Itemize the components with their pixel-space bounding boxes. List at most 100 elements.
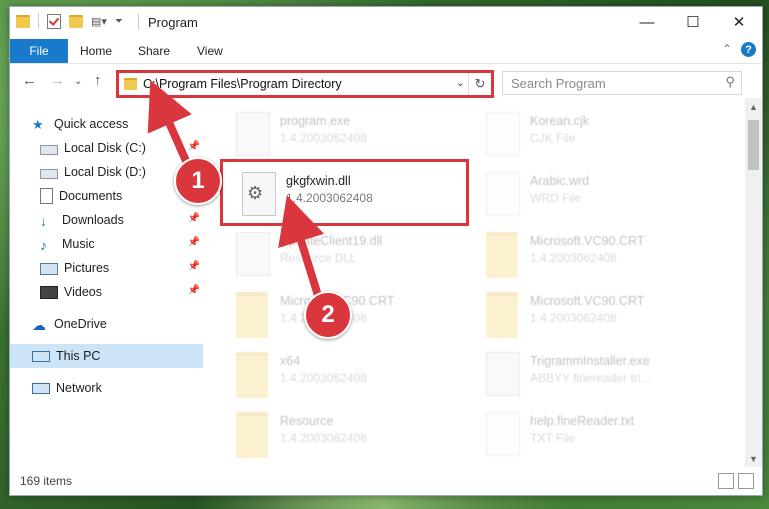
executable-icon [236,112,270,156]
search-placeholder: Search Program [511,76,606,91]
sidebar-item-network[interactable]: Network [32,376,206,400]
star-icon: ★ [32,117,44,132]
step-marker-1: 1 [174,157,222,205]
file-type: TXT File [530,431,576,445]
search-input[interactable]: Search Program ⚲ [502,71,742,95]
tab-share[interactable]: Share [138,44,170,58]
folder-icon [486,232,518,278]
folder-icon [236,352,268,398]
back-icon[interactable]: ← [22,72,37,89]
list-item[interactable]: Microsoft.VC90.CRT 1.4.2003062408 [480,226,720,282]
address-bar[interactable]: C:\Program Files\Program Directory ⌄ ↻ [116,70,494,98]
chevron-down-icon[interactable]: ⌄ [456,76,465,89]
pin-icon[interactable]: 📌 [188,261,200,272]
scroll-down-icon[interactable]: ▼ [749,454,758,464]
recent-dropdown-icon[interactable]: ⌄ [74,76,82,87]
list-item[interactable]: help.fineReader.txt TXT File [480,406,720,462]
file-name: UpdateClient19.dll [280,234,383,248]
sidebar-item-pictures[interactable]: Pictures 📌 [40,256,206,280]
navigation-pane: ★ Quick access Local Disk (C:) 📌 Local D… [10,98,206,466]
file-version: 1.4.2003062408 [280,431,367,445]
scroll-up-icon[interactable]: ▲ [749,102,758,112]
list-item[interactable]: Resource 1.4.2003062408 [230,406,470,462]
maximize-button[interactable]: ☐ [670,7,716,37]
list-item[interactable]: UpdateClient19.dll Resource DLL [230,226,470,282]
list-item[interactable]: program.exe 1.4.2003062408 [230,106,470,162]
file-name: TrigrammInstaller.exe [530,354,650,368]
drive-icon [40,145,58,155]
file-version: 1.4.2003062408 [280,131,367,145]
file-version: 1.4.2003062408 [280,371,367,385]
item-count: 169 items [20,474,73,488]
sidebar-item-local-disk-c[interactable]: Local Disk (C:) 📌 [40,136,206,160]
forward-icon[interactable]: → [50,72,65,89]
address-path[interactable]: C:\Program Files\Program Directory [143,77,342,91]
customize-qat-icon[interactable]: ▤▾ [91,15,107,28]
document-icon [40,188,53,204]
qat-dropdown-icon[interactable]: ⏷ [115,16,123,27]
folder-icon [236,292,268,338]
folder-icon [124,78,137,90]
tab-view[interactable]: View [197,44,223,58]
highlight-box-dll [220,159,469,226]
sidebar-item-label: Music [62,237,95,251]
list-item[interactable]: x64 1.4.2003062408 [230,346,470,402]
computer-icon [32,351,50,362]
list-item[interactable]: Korean.cjk CJK File [480,106,720,162]
file-explorer-window: ▤▾ ⏷ Program — ☐ ✕ File Home Share View … [9,6,763,496]
sidebar-item-label: Local Disk (D:) [64,165,146,179]
divider [38,13,39,29]
up-icon[interactable]: ↑ [94,72,102,89]
download-icon: ↓ [40,213,47,229]
dll-gear-icon [236,232,270,276]
sidebar-item-videos[interactable]: Videos 📌 [40,280,206,304]
file-type: ABBYY finereader tri... [530,371,651,385]
file-name: Korean.cjk [530,114,590,128]
large-icons-view-icon[interactable] [738,473,754,489]
details-view-icon[interactable] [718,473,734,489]
new-folder-icon[interactable] [69,14,83,28]
vertical-scrollbar[interactable]: ▲ ▼ [745,98,762,468]
sidebar-item-label: OneDrive [54,317,107,331]
refresh-icon[interactable]: ↻ [468,73,491,95]
status-bar: 169 items [10,467,762,495]
properties-icon[interactable] [47,13,61,29]
sidebar-item-quick-access[interactable]: ★ Quick access [32,112,228,136]
file-icon [486,112,520,156]
file-version: 1.4.2003062408 [530,311,617,325]
text-file-icon [486,412,520,456]
list-item[interactable]: Arabic.wrd WRD File [480,166,720,222]
sidebar-item-downloads[interactable]: ↓ Downloads 📌 [40,208,206,232]
file-name: Arabic.wrd [530,174,590,188]
pin-icon[interactable]: 📌 [188,141,200,152]
tab-home[interactable]: Home [80,44,112,58]
pin-icon[interactable]: 📌 [188,213,200,224]
pin-icon[interactable]: 📌 [188,285,200,296]
file-icon [486,172,520,216]
window-title: Program [148,15,198,30]
sidebar-item-label: Quick access [54,117,129,131]
close-button[interactable]: ✕ [716,7,762,37]
folder-icon [236,412,268,458]
scrollbar-thumb[interactable] [748,120,759,170]
sidebar-item-onedrive[interactable]: ☁ OneDrive [32,312,206,336]
list-item[interactable]: TrigrammInstaller.exe ABBYY finereader t… [480,346,720,402]
sidebar-item-label: Pictures [64,261,110,275]
collapse-ribbon-icon[interactable]: ⌃ [722,42,732,56]
folder-icon [486,292,518,338]
installer-icon [486,352,520,396]
sidebar-item-this-pc[interactable]: This PC [10,344,203,368]
music-icon: ♪ [40,237,47,253]
sidebar-item-label: Videos [64,285,102,299]
minimize-button[interactable]: — [624,7,670,37]
file-list: program.exe 1.4.2003062408 Korean.cjk CJ… [206,98,744,466]
list-item[interactable]: Microsoft.VC90.CRT 1.4.2003062408 [480,286,720,342]
file-name: Microsoft.VC90.CRT [530,234,645,248]
tab-file[interactable]: File [10,39,68,63]
help-icon[interactable]: ? [741,42,756,57]
ribbon-tabs: File Home Share View ⌃ ? [10,37,762,64]
pin-icon[interactable]: 📌 [188,237,200,248]
file-name: help.fineReader.txt [530,414,635,428]
sidebar-item-music[interactable]: ♪ Music 📌 [40,232,206,256]
divider [138,14,139,30]
